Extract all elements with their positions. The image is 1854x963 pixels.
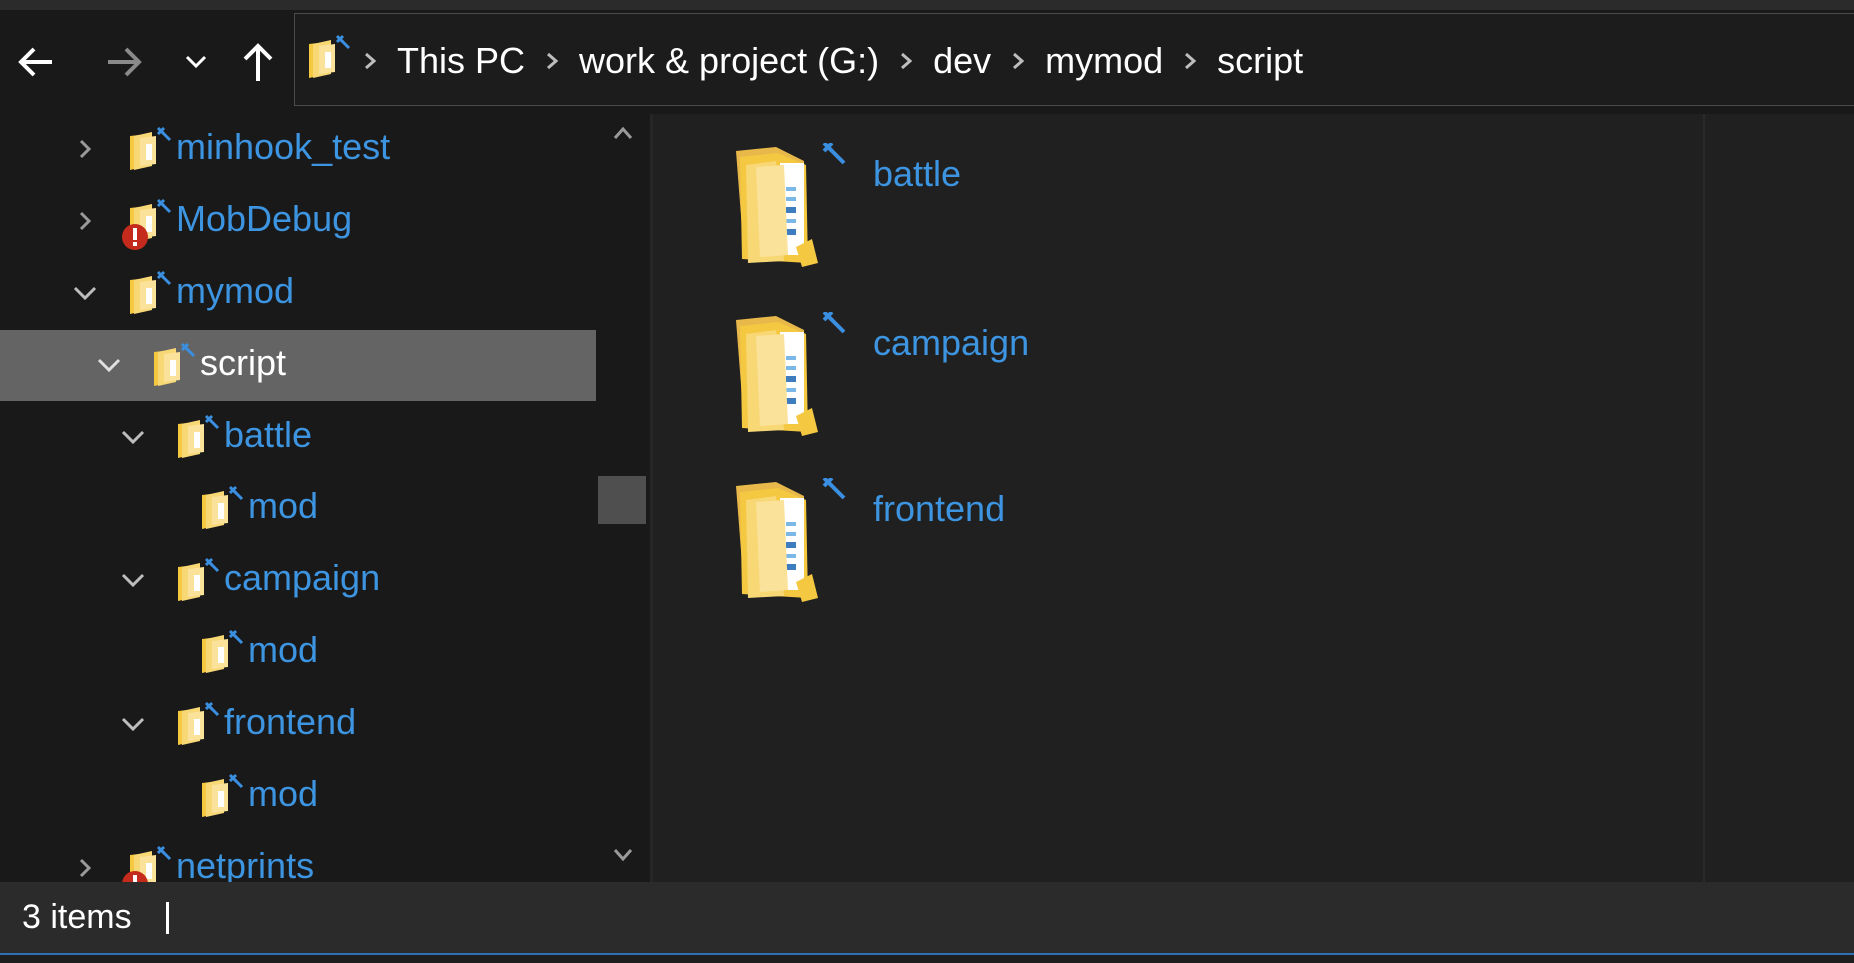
tree-item-netprints[interactable]: netprints bbox=[0, 833, 596, 882]
chevron-down-icon[interactable] bbox=[92, 348, 126, 382]
breadcrumb-script[interactable]: script bbox=[1217, 40, 1303, 82]
window-bottom-edge bbox=[0, 953, 1854, 963]
file-item-campaign[interactable]: campaign bbox=[736, 312, 1336, 472]
file-item-frontend[interactable]: frontend bbox=[736, 478, 1336, 638]
chevron-right-icon[interactable] bbox=[895, 50, 917, 72]
chevron-down-icon[interactable] bbox=[116, 707, 150, 741]
up-button[interactable] bbox=[226, 30, 290, 94]
file-item-battle[interactable]: battle bbox=[736, 143, 1336, 303]
breadcrumb-drive[interactable]: work & project (G:) bbox=[579, 40, 879, 82]
chevron-right-icon[interactable] bbox=[541, 50, 563, 72]
chevron-right-icon[interactable] bbox=[68, 204, 102, 238]
tree-item-campaign[interactable]: campaign bbox=[0, 545, 596, 615]
tree-item-mobdebug[interactable]: MobDebug bbox=[0, 186, 596, 256]
tree-item-label: MobDebug bbox=[176, 198, 353, 239]
arrow-left-icon bbox=[18, 47, 52, 77]
status-separator bbox=[166, 902, 169, 934]
scroll-up-icon[interactable] bbox=[612, 124, 634, 142]
tree-item-frontend-mod[interactable]: mod bbox=[0, 761, 596, 831]
tree-item-frontend[interactable]: frontend bbox=[0, 689, 596, 759]
shortcut-folder-icon bbox=[150, 342, 196, 388]
folder-with-files-icon bbox=[736, 478, 856, 608]
tree-item-label: minhook_test bbox=[176, 126, 391, 167]
error-badge-icon bbox=[122, 224, 148, 250]
chevron-right-icon[interactable] bbox=[1007, 50, 1029, 72]
chevron-right-icon[interactable] bbox=[68, 851, 102, 882]
back-button[interactable] bbox=[4, 30, 68, 94]
tree-item-battle-mod[interactable]: mod bbox=[0, 473, 596, 543]
shortcut-folder-icon bbox=[305, 34, 351, 80]
tree-item-label: mod bbox=[248, 485, 319, 526]
chevron-down-icon[interactable] bbox=[116, 563, 150, 597]
chevron-down-icon[interactable] bbox=[68, 276, 102, 310]
shortcut-folder-icon bbox=[174, 414, 220, 460]
tree-item-label: netprints bbox=[176, 845, 315, 882]
shortcut-folder-icon bbox=[174, 557, 220, 603]
navigation-pane: minhook_test MobDebug mymod script battl… bbox=[0, 114, 650, 882]
shortcut-folder-icon bbox=[126, 270, 172, 316]
tree-item-label: mymod bbox=[176, 270, 295, 311]
chevron-down-icon bbox=[185, 55, 207, 69]
file-item-name: frontend bbox=[873, 488, 1006, 529]
scroll-down-icon[interactable] bbox=[612, 846, 634, 864]
status-bar: 3 items bbox=[0, 882, 1854, 953]
error-badge-icon bbox=[122, 871, 148, 882]
tree-item-label: mod bbox=[248, 629, 319, 670]
file-item-name: campaign bbox=[873, 322, 1030, 363]
forward-button[interactable] bbox=[92, 30, 156, 94]
title-strip bbox=[0, 0, 1854, 10]
address-bar[interactable]: This PC work & project (G:) dev mymod sc… bbox=[294, 13, 1854, 106]
tree-item-label: campaign bbox=[224, 557, 381, 598]
breadcrumb-mymod[interactable]: mymod bbox=[1045, 40, 1163, 82]
scrollbar-thumb[interactable] bbox=[598, 476, 646, 524]
tree-item-label: mod bbox=[248, 773, 319, 814]
chevron-right-icon[interactable] bbox=[68, 132, 102, 166]
column-divider bbox=[1703, 114, 1705, 882]
chevron-down-icon[interactable] bbox=[116, 420, 150, 454]
tree-item-label: frontend bbox=[224, 701, 357, 742]
tree-item-script[interactable]: script bbox=[0, 330, 596, 401]
tree-item-label: battle bbox=[224, 414, 313, 455]
tree-item-minhook-test[interactable]: minhook_test bbox=[0, 114, 596, 184]
shortcut-folder-icon bbox=[174, 701, 220, 747]
folder-with-files-icon bbox=[736, 143, 856, 273]
accent-line bbox=[0, 953, 1854, 955]
arrow-up-icon bbox=[243, 43, 273, 81]
recent-locations-button[interactable] bbox=[164, 30, 228, 94]
item-count: 3 items bbox=[22, 898, 132, 936]
tree-item-battle[interactable]: battle bbox=[0, 402, 596, 472]
tree-item-campaign-mod[interactable]: mod bbox=[0, 617, 596, 687]
breadcrumb-this-pc[interactable]: This PC bbox=[397, 40, 525, 82]
shortcut-folder-icon bbox=[198, 485, 244, 531]
shortcut-folder-icon bbox=[198, 629, 244, 675]
tree-item-label: script bbox=[200, 342, 287, 383]
folder-with-files-icon bbox=[736, 312, 856, 442]
breadcrumb-dev[interactable]: dev bbox=[933, 40, 991, 82]
arrow-right-icon bbox=[108, 47, 142, 77]
shortcut-folder-icon bbox=[126, 126, 172, 172]
shortcut-folder-icon bbox=[198, 773, 244, 819]
breadcrumb: This PC work & project (G:) dev mymod sc… bbox=[359, 14, 1319, 107]
chevron-right-icon[interactable] bbox=[359, 50, 381, 72]
chevron-right-icon[interactable] bbox=[1179, 50, 1201, 72]
navigation-toolbar: This PC work & project (G:) dev mymod sc… bbox=[0, 0, 1854, 114]
tree-item-mymod[interactable]: mymod bbox=[0, 258, 596, 328]
file-item-name: battle bbox=[873, 153, 962, 194]
